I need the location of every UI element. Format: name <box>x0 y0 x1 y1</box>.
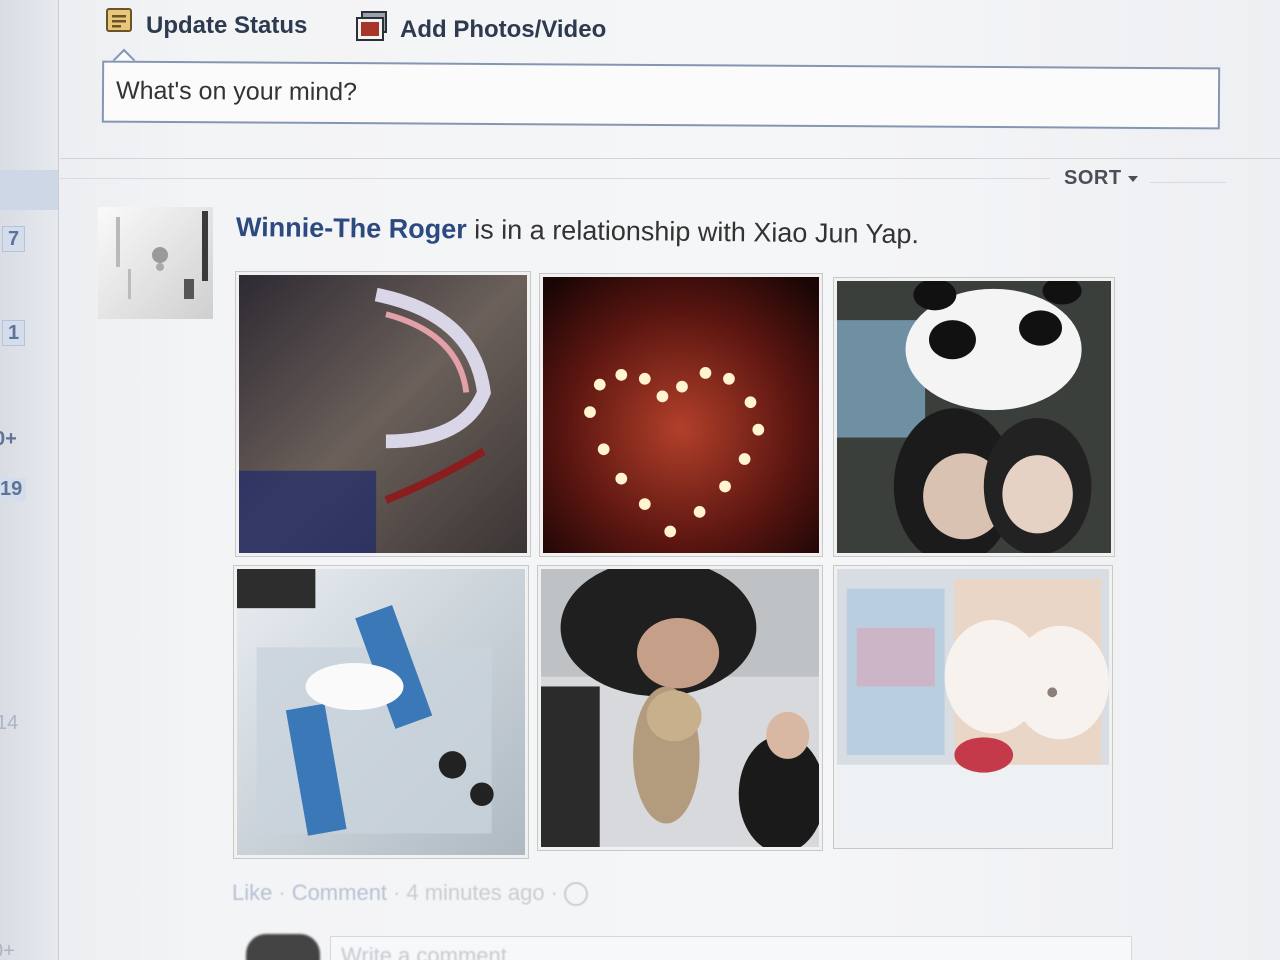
status-placeholder: What's on your mind? <box>115 76 358 107</box>
profile-avatar[interactable] <box>98 207 213 319</box>
candles-ring-photo[interactable] <box>236 272 530 556</box>
sort-caret-icon <box>1127 175 1138 182</box>
comment-link[interactable]: Comment <box>292 880 387 905</box>
commenter-avatar <box>246 934 320 960</box>
gift-box-photo[interactable] <box>234 566 528 858</box>
sidebar-count-badge[interactable]: 19 <box>0 478 27 501</box>
divider <box>1150 182 1226 183</box>
sidebar-count-badge[interactable]: 0+ <box>0 428 17 451</box>
photo-video-icon <box>354 10 390 49</box>
comment-input[interactable]: Write a comment... <box>330 936 1132 960</box>
panda-couple-photo[interactable] <box>834 278 1114 556</box>
like-link[interactable]: Like <box>232 880 272 905</box>
comment-placeholder: Write a comment... <box>341 943 526 960</box>
story-headline: Winnie-The Roger is in a relationship wi… <box>236 212 919 250</box>
story-actor-link[interactable]: Winnie-The Roger <box>236 212 467 244</box>
dog-selfie-photo[interactable] <box>538 566 822 850</box>
facebook-home-screen: 7 1 0+ 19 14 0+ Update Status <box>0 0 1280 960</box>
add-photos-tab[interactable]: Add Photos/Video <box>354 10 606 49</box>
sort-label: SORT <box>1064 167 1122 189</box>
story-actions: Like · Comment · 4 minutes ago · <box>232 880 588 907</box>
sidebar-count-badge[interactable]: 14 <box>0 712 18 735</box>
globe-icon <box>563 882 588 907</box>
sidebar-count-badge[interactable]: 1 <box>2 320 26 346</box>
sort-button[interactable]: SORT <box>1064 167 1138 190</box>
story-text: is in a relationship with Xiao Jun Yap. <box>466 214 920 250</box>
sidebar-count-badge[interactable]: 0+ <box>0 940 15 960</box>
left-sidebar: 7 1 0+ 19 14 0+ <box>0 0 59 960</box>
status-note-icon <box>104 6 136 45</box>
divider <box>60 158 1280 159</box>
update-status-tab[interactable]: Update Status <box>104 6 307 45</box>
sidebar-count-badge[interactable]: 7 <box>2 226 26 252</box>
divider <box>60 178 1050 179</box>
sidebar-highlight <box>0 170 58 210</box>
update-status-label: Update Status <box>146 11 308 39</box>
plush-bed-photo[interactable] <box>834 566 1112 848</box>
timestamp[interactable]: 4 minutes ago <box>406 880 544 905</box>
add-photos-label: Add Photos/Video <box>400 15 607 43</box>
heart-candles-photo[interactable] <box>540 274 822 556</box>
status-input[interactable]: What's on your mind? <box>101 60 1221 130</box>
